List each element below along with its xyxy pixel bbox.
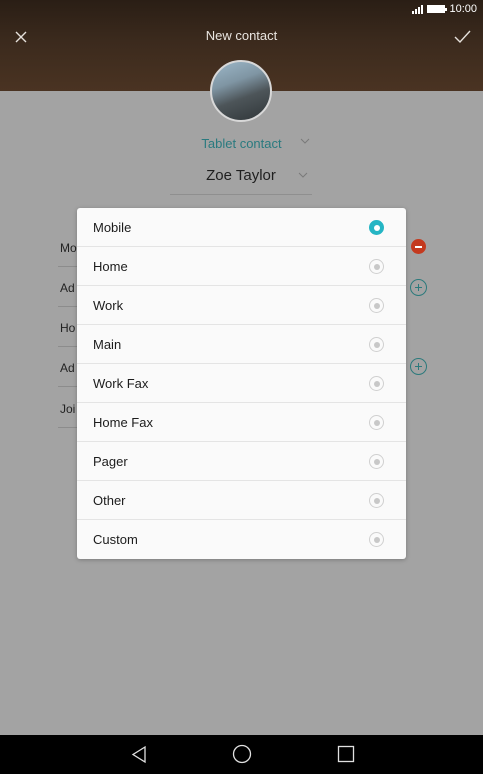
divider [58,306,78,307]
option-label: Home Fax [93,415,153,430]
radio-icon[interactable] [369,298,384,313]
divider [58,386,78,387]
divider [58,346,78,347]
check-icon [454,30,471,44]
home-circle-icon[interactable] [232,744,252,764]
option-label: Pager [93,454,128,469]
option-work-fax[interactable]: Work Fax [77,364,406,403]
radio-icon[interactable] [369,376,384,391]
option-home-fax[interactable]: Home Fax [77,403,406,442]
radio-icon[interactable] [369,337,384,352]
option-label: Work [93,298,124,313]
back-triangle-icon[interactable] [130,745,148,764]
option-work[interactable]: Work [77,286,406,325]
page-title: New contact [205,28,278,43]
radio-icon[interactable] [369,493,384,508]
recents-square-icon[interactable] [337,745,355,763]
remove-phone-button[interactable] [411,239,426,254]
name-field[interactable]: Zoe Taylor [170,167,312,195]
option-custom[interactable]: Custom [77,520,406,559]
radio-icon[interactable] [369,532,384,547]
radio-selected-icon[interactable] [369,220,384,235]
option-label: Other [93,493,126,508]
option-main[interactable]: Main [77,325,406,364]
radio-icon[interactable] [369,415,384,430]
save-button[interactable] [451,26,473,48]
radio-icon[interactable] [369,454,384,469]
phone-type-dialog: Mobile Home Work Main Work Fax Home Fax … [77,208,406,559]
chevron-down-icon [300,138,310,144]
option-mobile[interactable]: Mobile [77,208,406,247]
divider [58,266,78,267]
navigation-bar [0,735,483,774]
option-pager[interactable]: Pager [77,442,406,481]
email-type-label: Ho [60,321,76,335]
add-phone-label: Ad [60,281,75,295]
add-email-label: Ad [60,361,75,375]
status-bar: 10:00 [0,0,483,18]
option-label: Main [93,337,122,352]
account-label: Tablet contact [201,136,282,151]
option-home[interactable]: Home [77,247,406,286]
radio-icon[interactable] [369,259,384,274]
option-label: Custom [93,532,138,547]
chevron-down-icon[interactable] [298,172,308,178]
option-other[interactable]: Other [77,481,406,520]
battery-icon [427,5,448,13]
option-label: Work Fax [93,376,149,391]
account-selector[interactable]: Tablet contact [0,135,483,153]
status-time: 10:00 [449,3,477,15]
option-label: Home [93,259,128,274]
join-group-label: Joi [60,402,76,416]
add-email-button[interactable] [410,358,427,375]
option-label: Mobile [93,220,132,235]
contact-photo[interactable] [210,60,272,122]
signal-icon [412,4,424,14]
add-phone-button[interactable] [410,279,427,296]
divider [58,427,78,428]
phone-type-label: Mo [60,241,77,255]
